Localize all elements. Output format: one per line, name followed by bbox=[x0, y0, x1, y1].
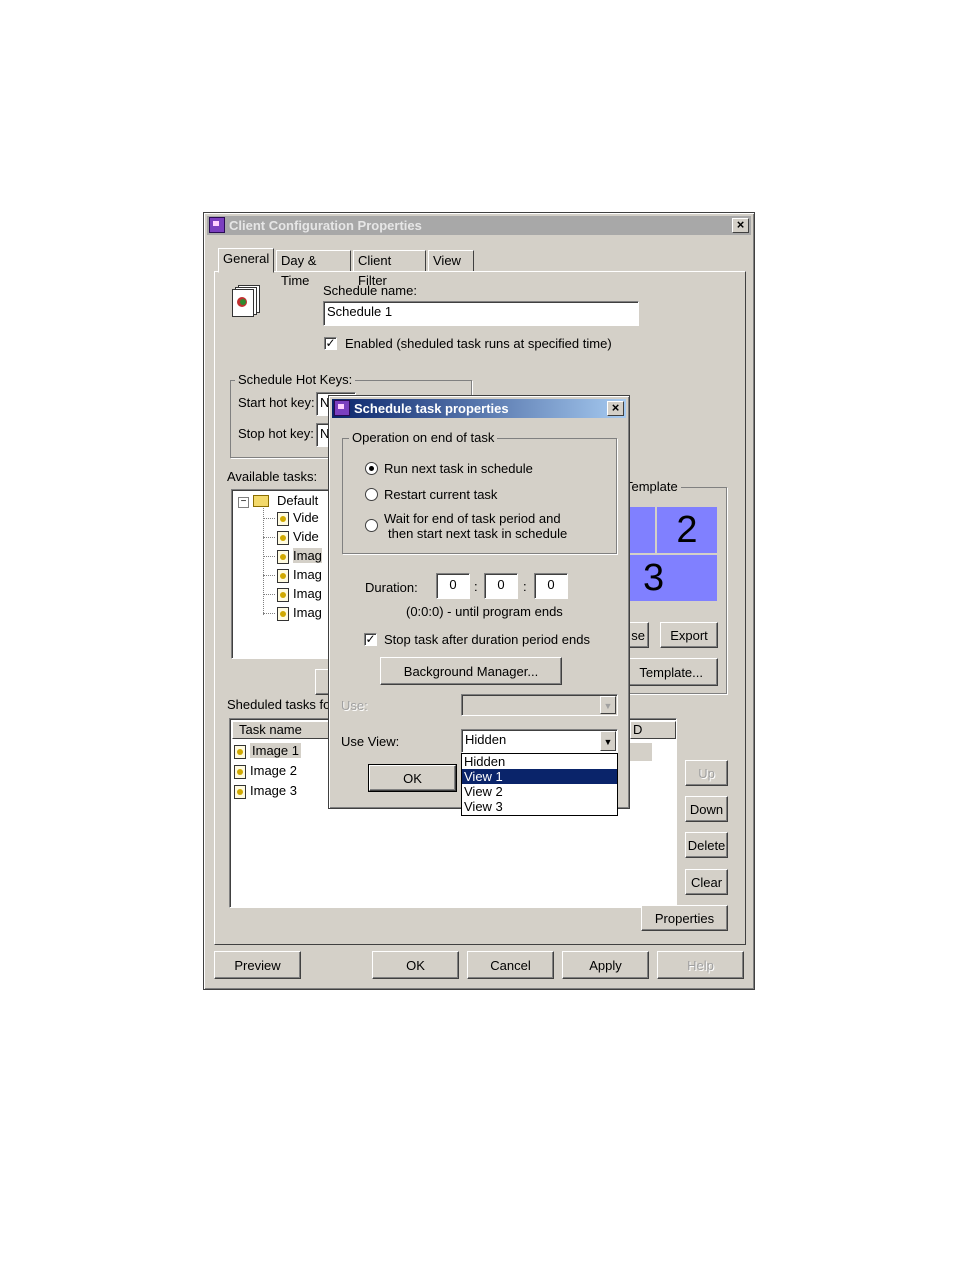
tab-strip: General Day & Time Client Filter View bbox=[218, 248, 738, 288]
folder-icon bbox=[253, 495, 269, 507]
apply-button[interactable]: Apply bbox=[562, 951, 649, 979]
task-icon bbox=[234, 784, 246, 799]
use-view-dropdown-list[interactable]: Hidden View 1 View 2 View 3 bbox=[461, 753, 618, 816]
help-button[interactable]: Help bbox=[657, 951, 744, 979]
tab-client-filter[interactable]: Client Filter bbox=[353, 250, 426, 288]
use-label: Use: bbox=[341, 698, 368, 713]
use-view-value: Hidden bbox=[465, 732, 507, 747]
dropdown-option-hidden[interactable]: Hidden bbox=[462, 754, 617, 769]
dialog-ok-button[interactable]: OK bbox=[368, 764, 457, 792]
ok-button[interactable]: OK bbox=[372, 951, 459, 979]
use-view-label: Use View: bbox=[341, 734, 400, 749]
preview-button[interactable]: Preview bbox=[214, 951, 301, 979]
tree-item[interactable]: Imag bbox=[277, 586, 322, 602]
task-icon bbox=[277, 606, 289, 621]
dropdown-option-view-1[interactable]: View 1 bbox=[462, 769, 617, 784]
task-icon bbox=[234, 764, 246, 779]
enabled-checkbox[interactable]: ✓ bbox=[324, 337, 337, 350]
main-close-button[interactable]: × bbox=[732, 218, 749, 233]
use-combo[interactable]: ▼ bbox=[461, 694, 618, 716]
task-icon bbox=[277, 587, 289, 602]
available-tasks-tree[interactable]: − Default Vide Vide Imag Imag Imag Imag bbox=[231, 489, 339, 659]
task-icon bbox=[234, 744, 246, 759]
duration-separator: : bbox=[474, 579, 478, 594]
duration-seconds-input[interactable]: 0 bbox=[534, 573, 568, 599]
scheduled-tasks-label: Sheduled tasks fo bbox=[227, 697, 331, 712]
radio-restart[interactable] bbox=[365, 488, 378, 501]
start-hotkey-label: Start hot key: bbox=[238, 395, 315, 410]
schedule-name-input[interactable]: Schedule 1 bbox=[323, 301, 639, 326]
duration-hint: (0:0:0) - until program ends bbox=[406, 604, 563, 619]
dropdown-option-view-2[interactable]: View 2 bbox=[462, 784, 617, 799]
main-title: Client Configuration Properties bbox=[229, 218, 422, 233]
dialog-app-icon bbox=[334, 400, 350, 416]
chevron-down-icon[interactable]: ▼ bbox=[600, 731, 616, 751]
tree-item[interactable]: Vide bbox=[277, 529, 319, 545]
use-combo-arrow-icon[interactable]: ▼ bbox=[600, 696, 616, 714]
delete-button[interactable]: Delete bbox=[685, 832, 728, 858]
tree-expand-toggle[interactable]: − bbox=[238, 497, 249, 508]
dialog-titlebar[interactable]: Schedule task properties × bbox=[332, 399, 626, 418]
stop-after-label: Stop task after duration period ends bbox=[384, 632, 590, 647]
table-row[interactable]: Image 2 bbox=[234, 763, 297, 779]
tree-item[interactable]: Vide bbox=[277, 510, 319, 526]
clear-button[interactable]: Clear bbox=[685, 869, 728, 895]
tab-general[interactable]: General bbox=[218, 248, 274, 273]
stop-after-checkbox[interactable]: ✓ bbox=[364, 633, 377, 646]
tree-item[interactable]: Imag bbox=[277, 548, 322, 564]
schedule-icon bbox=[232, 285, 260, 317]
schedule-task-properties-dialog: Schedule task properties × Operation on … bbox=[328, 395, 630, 809]
tree-item[interactable]: Imag bbox=[277, 567, 322, 583]
template-cell[interactable]: 3 bbox=[625, 555, 717, 601]
down-button[interactable]: Down bbox=[685, 796, 728, 822]
tree-item[interactable]: Imag bbox=[277, 605, 322, 621]
app-icon bbox=[209, 217, 225, 233]
task-icon bbox=[277, 549, 289, 564]
duration-label: Duration: bbox=[365, 580, 418, 595]
background-manager-button[interactable]: Background Manager... bbox=[380, 657, 562, 685]
tree-root[interactable]: Default bbox=[277, 493, 318, 508]
hotkeys-group-label: Schedule Hot Keys: bbox=[235, 372, 356, 387]
stop-hotkey-label: Stop hot key: bbox=[238, 426, 314, 441]
task-icon bbox=[277, 568, 289, 583]
radio-wait[interactable] bbox=[365, 519, 378, 532]
up-button[interactable]: Up bbox=[685, 760, 728, 786]
radio-wait-label-2: then start next task in schedule bbox=[388, 526, 568, 541]
table-row[interactable]: Image 3 bbox=[234, 783, 297, 799]
duration-hours-input[interactable]: 0 bbox=[436, 573, 470, 599]
task-icon bbox=[277, 530, 289, 545]
column-header-id[interactable]: D bbox=[630, 721, 676, 739]
radio-run-next-label: Run next task in schedule bbox=[384, 461, 533, 476]
main-titlebar[interactable]: Client Configuration Properties × bbox=[207, 216, 751, 235]
tab-view[interactable]: View bbox=[428, 250, 474, 272]
radio-run-next[interactable] bbox=[365, 462, 378, 475]
task-icon bbox=[277, 511, 289, 526]
cancel-button[interactable]: Cancel bbox=[467, 951, 554, 979]
properties-button[interactable]: Properties bbox=[641, 905, 728, 931]
available-tasks-label: Available tasks: bbox=[227, 469, 318, 484]
template-group-label: Template bbox=[622, 479, 681, 494]
duration-separator: : bbox=[523, 579, 527, 594]
radio-wait-label-1: Wait for end of task period and bbox=[384, 511, 561, 526]
export-button[interactable]: Export bbox=[660, 622, 718, 648]
schedule-name-label: Schedule name: bbox=[323, 283, 417, 298]
enabled-label: Enabled (sheduled task runs at specified… bbox=[345, 336, 612, 351]
new-template-button[interactable]: Template... bbox=[619, 658, 718, 686]
dropdown-option-view-3[interactable]: View 3 bbox=[462, 799, 617, 814]
duration-minutes-input[interactable]: 0 bbox=[484, 573, 518, 599]
dialog-title: Schedule task properties bbox=[354, 401, 509, 416]
tab-day-time[interactable]: Day & Time bbox=[276, 250, 351, 288]
radio-restart-label: Restart current task bbox=[384, 487, 498, 502]
template-cell[interactable]: 2 bbox=[657, 507, 717, 553]
operation-group-label: Operation on end of task bbox=[349, 430, 498, 445]
dialog-close-button[interactable]: × bbox=[607, 401, 624, 416]
use-view-combo[interactable]: Hidden ▼ bbox=[461, 729, 618, 753]
